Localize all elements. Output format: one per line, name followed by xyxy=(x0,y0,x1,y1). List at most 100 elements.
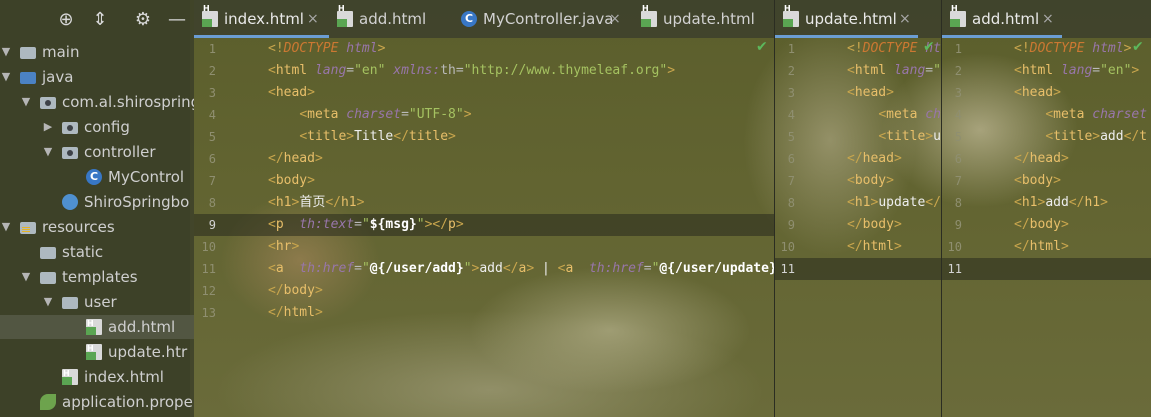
code-editor[interactable]: 1 <!DOCTYPE html> 2 <html lang="en" xmlns:t… xyxy=(194,38,774,417)
tree-item-label: MyControl xyxy=(108,168,185,186)
code-line[interactable]: 2 <html lang="en"> xyxy=(942,60,1151,82)
tree-item-label: controller xyxy=(84,143,156,161)
code-line[interactable]: 11 <a th:href="@{/user/add}">add</a> | <a… xyxy=(194,258,774,280)
tree-item-mycontrol[interactable]: C MyControl xyxy=(0,165,194,189)
tree-item-shirospringbo[interactable]: ShiroSpringbo xyxy=(0,190,194,214)
line-number: 1 xyxy=(787,42,795,56)
code-editor[interactable]: 1 <!DOCTYPE ht 2 <html lang=" 3 <head> 4 <meta… xyxy=(775,38,941,417)
tab-mycontroller-java[interactable]: C MyController.java × xyxy=(453,0,633,38)
inspection-ok-icon[interactable]: ✔ xyxy=(756,39,768,55)
code-line[interactable]: 7 <body> xyxy=(194,170,774,192)
tab-update-html[interactable]: H update.html × xyxy=(775,0,918,38)
code-line[interactable]: 10 </html> xyxy=(942,236,1151,258)
code-line[interactable]: 6 </head> xyxy=(942,148,1151,170)
code-text: </html> xyxy=(268,305,323,320)
java-class-icon: C xyxy=(461,11,477,27)
chevron-down-icon[interactable]: ▼ xyxy=(20,90,32,114)
code-line[interactable]: 10 <hr> xyxy=(194,236,774,258)
chevron-down-icon[interactable]: ▼ xyxy=(0,215,12,239)
code-line[interactable]: 4 <meta ch xyxy=(775,104,941,126)
chevron-down-icon[interactable]: ▼ xyxy=(0,40,12,64)
line-number: 9 xyxy=(954,218,962,232)
tab-label: add.html xyxy=(972,10,1040,28)
html-file-icon: H xyxy=(86,344,102,360)
chevron-down-icon[interactable]: ▼ xyxy=(0,65,12,89)
tree-item-controller[interactable]: ▼ controller xyxy=(0,140,194,164)
code-line[interactable]: 9 </body> xyxy=(775,214,941,236)
tab-update-html[interactable]: H update.html xyxy=(633,0,774,38)
chevron-down-icon[interactable]: ▼ xyxy=(20,265,32,289)
code-line[interactable]: 5 <title>u xyxy=(775,126,941,148)
tree-item-config[interactable]: ▶ config xyxy=(0,115,194,139)
gear-icon[interactable]: ⚙ xyxy=(131,8,155,32)
tree-item-static[interactable]: static xyxy=(0,240,194,264)
code-line[interactable]: 6 </head> xyxy=(194,148,774,170)
tree-item-resources[interactable]: ▼ resources xyxy=(0,215,194,239)
code-editor[interactable]: 1 <!DOCTYPE html> 2 <html lang="en"> 3 <head>… xyxy=(942,38,1151,417)
code-line[interactable]: 4 <meta charset="UTF-8"> xyxy=(194,104,774,126)
code-line[interactable]: 1 <!DOCTYPE ht xyxy=(775,38,941,60)
code-line[interactable]: 6 </head> xyxy=(775,148,941,170)
tab-index-html[interactable]: H index.html × xyxy=(194,0,329,38)
tab-label: update.html xyxy=(805,10,897,28)
tree-item-application-prope[interactable]: application.prope xyxy=(0,390,194,414)
code-line[interactable]: 8 <h1>add</h1> xyxy=(942,192,1151,214)
minimize-icon[interactable]: — xyxy=(165,8,189,32)
tab-add-html[interactable]: H add.html × xyxy=(942,0,1062,38)
line-number: 8 xyxy=(954,196,962,210)
pane-divider[interactable] xyxy=(941,0,942,417)
close-icon[interactable]: × xyxy=(1042,0,1054,38)
target-icon[interactable]: ⊕ xyxy=(54,8,78,32)
code-line[interactable]: 7 <body> xyxy=(775,170,941,192)
source-folder-icon xyxy=(20,72,36,84)
html-file-icon: H xyxy=(86,319,102,335)
code-line[interactable]: 13 </html> xyxy=(194,302,774,324)
line-number: 13 xyxy=(201,306,216,320)
inspection-ok-icon[interactable]: ✔ xyxy=(1132,39,1144,55)
tree-item-java[interactable]: ▼ java xyxy=(0,65,194,89)
code-line[interactable]: 4 <meta charset xyxy=(942,104,1151,126)
tree-item-update-htr[interactable]: Hupdate.htr xyxy=(0,340,194,364)
code-line[interactable]: 8 <h1>update</ xyxy=(775,192,941,214)
tree-item-com-al-shirospringb[interactable]: ▼ com.al.shirospringb xyxy=(0,90,194,114)
code-line[interactable]: 5 <title>Title</title> xyxy=(194,126,774,148)
line-number: 4 xyxy=(954,108,962,122)
close-icon[interactable]: × xyxy=(307,0,319,38)
project-toolbar: ⊕ ⇕ ⚙ — xyxy=(0,0,194,40)
code-line[interactable]: 3 <head> xyxy=(942,82,1151,104)
chevron-down-icon[interactable]: ▼ xyxy=(42,140,54,164)
tab-add-html[interactable]: H add.html xyxy=(329,0,453,38)
code-line[interactable]: 1 <!DOCTYPE html> xyxy=(194,38,774,60)
code-line[interactable]: 9 <p th:text="${msg}"></p> xyxy=(194,214,774,236)
pane-divider[interactable] xyxy=(774,0,775,417)
tree-item-add-html[interactable]: Hadd.html xyxy=(0,315,194,339)
code-line[interactable]: 7 <body> xyxy=(942,170,1151,192)
code-line[interactable]: 2 <html lang="en" xmlns:th="http://www.th… xyxy=(194,60,774,82)
code-text: <!DOCTYPE html> xyxy=(1014,41,1132,56)
chevron-right-icon[interactable]: ▶ xyxy=(42,115,54,139)
code-line[interactable]: 10 </html> xyxy=(775,236,941,258)
code-line[interactable]: 5 <title>add</t xyxy=(942,126,1151,148)
code-line[interactable]: 11 xyxy=(775,258,941,280)
tree-item-label: config xyxy=(84,118,130,136)
code-line[interactable]: 9 </body> xyxy=(942,214,1151,236)
code-text: <meta ch xyxy=(878,107,941,122)
code-line[interactable]: 11 xyxy=(942,258,1151,280)
close-icon[interactable]: × xyxy=(609,0,621,38)
code-line[interactable]: 3 <head> xyxy=(194,82,774,104)
code-line[interactable]: 1 <!DOCTYPE html> xyxy=(942,38,1151,60)
code-line[interactable]: 2 <html lang=" xyxy=(775,60,941,82)
tree-item-templates[interactable]: ▼ templates xyxy=(0,265,194,289)
inspection-ok-icon[interactable]: ✔ xyxy=(923,39,935,55)
tree-item-main[interactable]: ▼ main xyxy=(0,40,194,64)
code-line[interactable]: 12 </body> xyxy=(194,280,774,302)
tree-item-user[interactable]: ▼ user xyxy=(0,290,194,314)
editor-pane-add: H add.html × 1 <!DOCTYPE html> 2 <html lang… xyxy=(942,0,1151,417)
close-icon[interactable]: × xyxy=(899,0,911,38)
collapse-all-icon[interactable]: ⇕ xyxy=(88,8,112,32)
tree-item-index-html[interactable]: Hindex.html xyxy=(0,365,194,389)
code-line[interactable]: 8 <h1>首页</h1> xyxy=(194,192,774,214)
code-text: <p th:text="${msg}"></p> xyxy=(268,217,464,232)
code-line[interactable]: 3 <head> xyxy=(775,82,941,104)
chevron-down-icon[interactable]: ▼ xyxy=(42,290,54,314)
